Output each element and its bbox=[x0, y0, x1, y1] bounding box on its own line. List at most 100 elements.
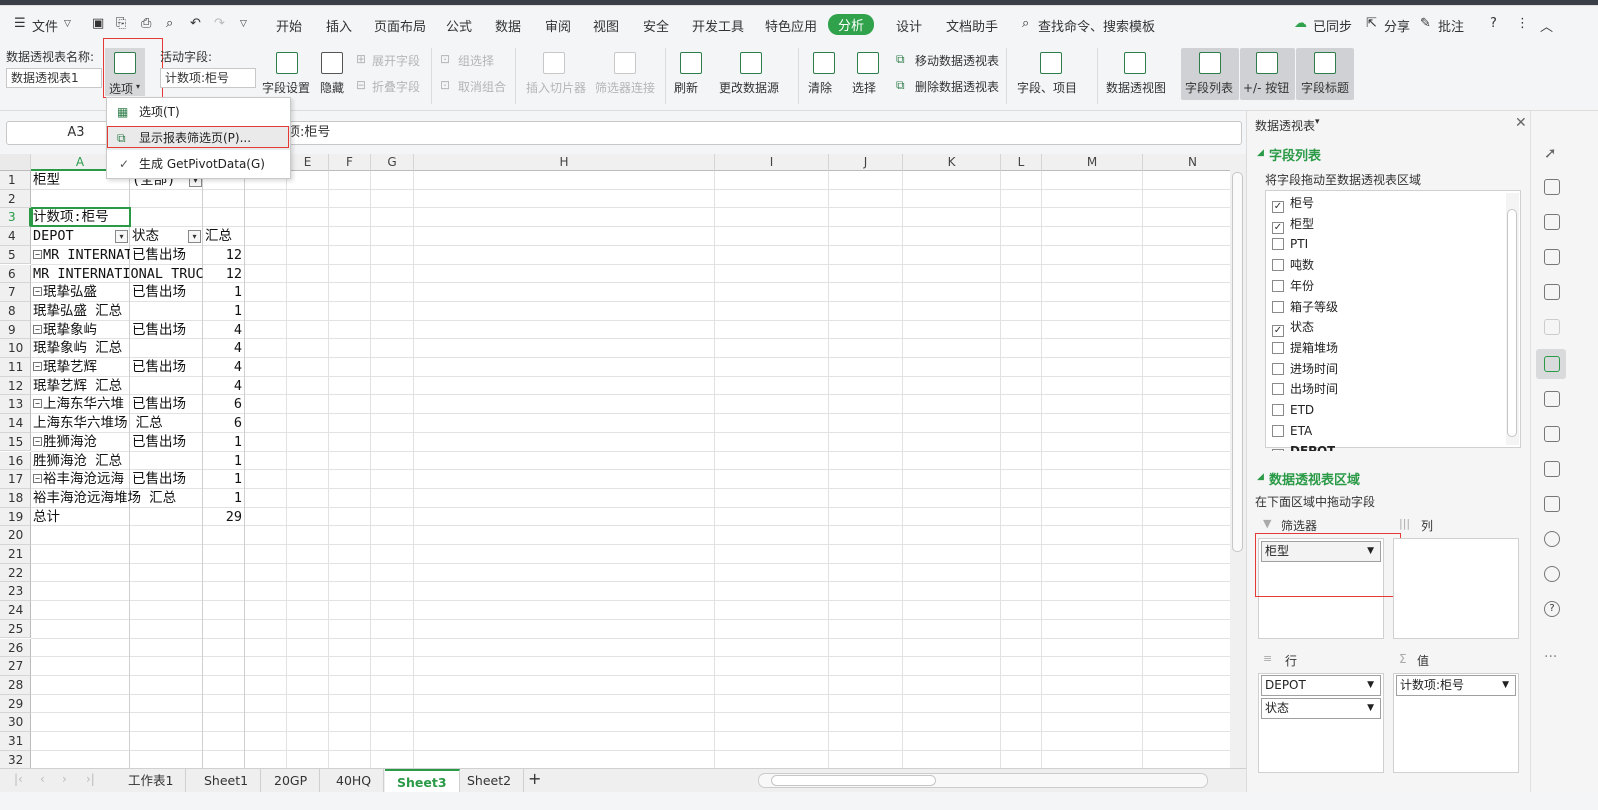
row-chip-depot[interactable]: DEPOT ▼ bbox=[1261, 675, 1381, 696]
spreadsheet-grid[interactable]: A B C D E F G H I J K L M N 123456789101… bbox=[0, 154, 1230, 768]
cell-a12[interactable]: 珉挚艺辉 汇总 bbox=[33, 377, 203, 396]
field-item[interactable]: 提箱堆场 bbox=[1272, 338, 1338, 358]
col-header-m[interactable]: M bbox=[1042, 154, 1143, 171]
cell-b13[interactable]: 已售出场 bbox=[132, 395, 202, 414]
cell-a18[interactable]: 裕丰海沧远海堆场 汇总 bbox=[33, 489, 203, 508]
chevron-down-icon[interactable]: ▼ bbox=[1367, 676, 1374, 695]
row-header[interactable]: 14 bbox=[0, 414, 31, 433]
sheet-tab[interactable]: 工作表1 bbox=[116, 769, 187, 792]
cell-c16[interactable]: 1 bbox=[203, 452, 245, 471]
transform-icon[interactable] bbox=[1544, 319, 1560, 335]
insert-slicer-button[interactable]: 插入切片器 bbox=[526, 79, 586, 96]
filter-connections-button[interactable]: 筛选器连接 bbox=[595, 79, 655, 96]
select-all-corner[interactable] bbox=[0, 154, 31, 171]
row-header[interactable]: 13 bbox=[0, 395, 31, 415]
row-header[interactable]: 15 bbox=[0, 432, 31, 452]
save-icon[interactable]: ▣ bbox=[92, 16, 104, 31]
tab-design[interactable]: 设计 bbox=[896, 16, 922, 35]
field-item[interactable]: PTI bbox=[1272, 234, 1308, 254]
tab-formulas[interactable]: 公式 bbox=[446, 16, 472, 35]
tab-security[interactable]: 安全 bbox=[643, 16, 669, 35]
col-header-h[interactable]: H bbox=[414, 154, 715, 171]
print-icon[interactable]: ⎙ bbox=[141, 16, 151, 31]
cell-b9[interactable]: 已售出场 bbox=[132, 321, 202, 340]
collapse-ribbon-icon[interactable]: ︿ bbox=[1540, 16, 1553, 35]
cell-c6[interactable]: 12 bbox=[203, 265, 245, 284]
checkbox[interactable] bbox=[1272, 341, 1284, 354]
export-icon[interactable]: ⎘ bbox=[116, 16, 126, 31]
hide-button[interactable]: 隐藏 bbox=[320, 79, 344, 96]
field-item[interactable]: ETA bbox=[1272, 421, 1312, 441]
collapse-minus-icon[interactable]: − bbox=[33, 399, 42, 409]
row-zone[interactable]: DEPOT ▼ 状态 ▼ bbox=[1258, 673, 1384, 773]
cell-c10[interactable]: 4 bbox=[203, 339, 245, 358]
cell-a15[interactable]: − 胜狮海沧 bbox=[33, 433, 130, 452]
redo-icon[interactable]: ↷ bbox=[214, 16, 225, 31]
close-icon[interactable]: ✕ bbox=[1515, 115, 1527, 131]
add-sheet-button[interactable]: + bbox=[528, 769, 541, 788]
row-header[interactable]: 4 bbox=[0, 227, 31, 246]
collapse-field-button[interactable]: 折叠字段 bbox=[372, 78, 420, 95]
collapse-minus-icon[interactable]: − bbox=[33, 324, 42, 334]
col-header-j[interactable]: J bbox=[829, 154, 903, 171]
comment-icon[interactable]: ✎ bbox=[1420, 16, 1431, 31]
tab-review[interactable]: 审阅 bbox=[545, 16, 571, 35]
collapse-minus-icon[interactable]: − bbox=[33, 474, 42, 484]
collapse-minus-icon[interactable]: − bbox=[33, 249, 42, 259]
search-icon[interactable]: ⌕ bbox=[1022, 16, 1029, 31]
fill-icon[interactable] bbox=[1544, 214, 1560, 230]
ungroup-button[interactable]: 取消组合 bbox=[458, 78, 506, 95]
col-header-n[interactable]: N bbox=[1143, 154, 1230, 171]
cell-c5[interactable]: 12 bbox=[203, 246, 245, 265]
more-dots-icon[interactable]: ··· bbox=[1544, 649, 1557, 665]
field-list-toggle[interactable]: 字段列表 bbox=[1181, 48, 1239, 100]
shield-icon[interactable] bbox=[1544, 531, 1560, 547]
column-zone[interactable] bbox=[1393, 538, 1519, 639]
cell-b11[interactable]: 已售出场 bbox=[132, 358, 202, 377]
tab-home[interactable]: 开始 bbox=[276, 16, 302, 35]
tab-doc-assistant[interactable]: 文档助手 bbox=[946, 16, 998, 35]
row-header[interactable]: 19 bbox=[0, 507, 31, 527]
chevron-down-icon[interactable]: ▽ bbox=[64, 19, 71, 29]
row-header[interactable]: 28 bbox=[0, 675, 31, 695]
scroll-thumb[interactable] bbox=[1232, 172, 1243, 552]
sheet-tab[interactable]: 40HQ bbox=[324, 769, 385, 792]
pivot-icon[interactable] bbox=[1544, 356, 1560, 372]
value-zone[interactable]: 计数项:柜号 ▼ bbox=[1393, 673, 1519, 773]
tab-developer[interactable]: 开发工具 bbox=[692, 16, 744, 35]
pivot-name-input[interactable]: 数据透视表1 bbox=[6, 68, 102, 88]
menu-item-options[interactable]: ▦ 选项(T) bbox=[107, 100, 290, 124]
h-scroll-thumb[interactable] bbox=[771, 775, 936, 786]
row-header[interactable]: 24 bbox=[0, 601, 31, 620]
row-chip-status[interactable]: 状态 ▼ bbox=[1261, 698, 1381, 719]
row-header[interactable]: 1 bbox=[0, 171, 31, 190]
row-header[interactable]: 18 bbox=[0, 488, 31, 508]
tab-insert[interactable]: 插入 bbox=[326, 16, 352, 35]
more-icon[interactable]: ⋮ bbox=[1516, 16, 1529, 31]
cell-c19[interactable]: 29 bbox=[203, 508, 245, 527]
collapse-triangle-icon[interactable]: ◢ bbox=[1257, 148, 1264, 158]
cell-c11[interactable]: 4 bbox=[203, 358, 245, 377]
checkbox-checked[interactable]: ✓ bbox=[1272, 221, 1284, 234]
cell-c7[interactable]: 1 bbox=[203, 283, 245, 302]
cell-c13[interactable]: 6 bbox=[203, 395, 245, 414]
field-item[interactable]: 箱子等级 bbox=[1272, 297, 1338, 317]
cell-a16[interactable]: 胜狮海沧 汇总 bbox=[33, 452, 203, 471]
cell-a6[interactable]: MR INTERNATIONAL TRUCK bbox=[33, 265, 203, 284]
field-item[interactable]: ✓ 柜号 bbox=[1272, 193, 1314, 213]
refresh-button[interactable]: 刷新 bbox=[674, 79, 698, 96]
row-header[interactable]: 21 bbox=[0, 545, 31, 564]
share-icon[interactable]: ⇱ bbox=[1366, 16, 1377, 31]
cell-a10[interactable]: 珉挚象屿 汇总 bbox=[33, 339, 203, 358]
expand-field-button[interactable]: 展开字段 bbox=[372, 52, 420, 69]
sheet-tab[interactable]: 20GP bbox=[262, 769, 321, 792]
group-selection-button[interactable]: 组选择 bbox=[458, 52, 494, 69]
archive-icon[interactable] bbox=[1544, 461, 1560, 477]
row-header[interactable]: 22 bbox=[0, 563, 31, 583]
chevron-down-icon[interactable]: ▼ bbox=[1367, 699, 1374, 718]
row-header[interactable]: 11 bbox=[0, 358, 31, 377]
field-settings-button[interactable]: 字段设置 bbox=[262, 79, 310, 96]
cell-a4[interactable]: DEPOT bbox=[33, 227, 118, 246]
cell-a9[interactable]: − 珉挚象屿 bbox=[33, 321, 130, 340]
next-sheet-icon[interactable]: › bbox=[62, 772, 67, 786]
